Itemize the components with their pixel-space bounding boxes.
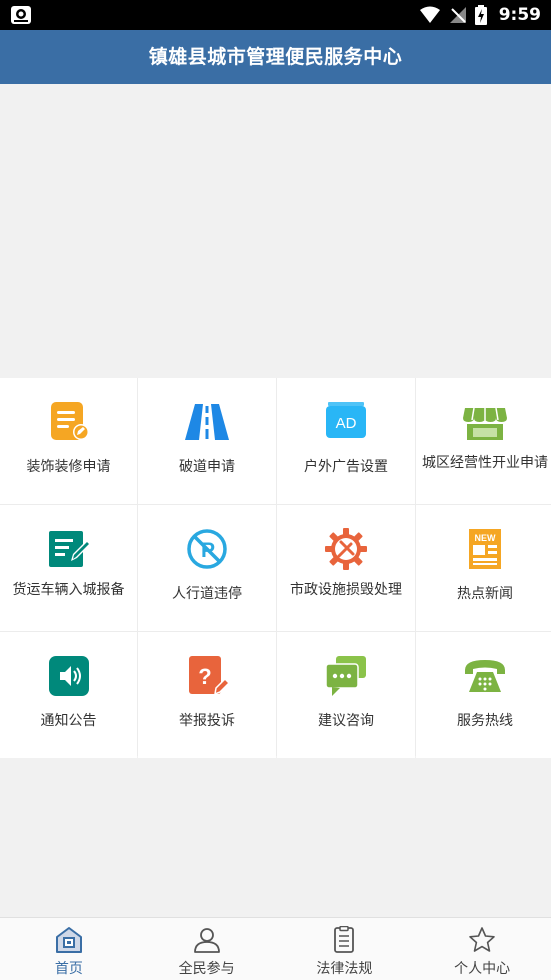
chat-bubbles-icon: [325, 656, 366, 696]
tab-home[interactable]: 首页: [0, 918, 138, 980]
no-parking-icon: P: [187, 529, 227, 569]
service-label: 货运车辆入城报备: [12, 582, 125, 598]
tab-personal-center[interactable]: 个人中心: [413, 918, 551, 980]
bottom-tab-bar: 首页 全民参与 法律法规 个人中心: [0, 917, 551, 980]
service-suggestion-consultation[interactable]: 建议咨询: [277, 632, 415, 758]
complaint-icon: ?: [189, 656, 229, 696]
road-icon: [185, 404, 229, 440]
status-bar: 9:59: [0, 0, 551, 30]
service-municipal-facility-repair[interactable]: 市政设施损毁处理: [277, 505, 415, 631]
service-road-breaking-application[interactable]: 破道申请: [138, 378, 276, 504]
no-signal-icon: [449, 7, 466, 23]
star-icon: [469, 927, 495, 952]
app-notification-icon: [11, 6, 31, 24]
battery-charging-icon: [474, 5, 487, 25]
service-grid: 装饰装修申请 破道申请 AD 户外广告设置 城区经营性开业申请 货运车辆入城报备…: [0, 378, 551, 758]
service-label: 户外广告设置: [304, 459, 388, 475]
ad-board-icon: AD: [326, 402, 366, 438]
svg-text:AD: AD: [336, 415, 357, 432]
tab-label: 个人中心: [454, 961, 511, 977]
tab-label: 法律法规: [316, 961, 373, 977]
edit-note-icon: [48, 531, 91, 567]
service-hot-news[interactable]: NEW 热点新闻: [416, 505, 551, 631]
service-report-complaint[interactable]: ? 举报投诉: [138, 632, 276, 758]
service-notices[interactable]: 通知公告: [0, 632, 137, 758]
tab-label: 全民参与: [178, 961, 235, 977]
storefront-icon: [463, 407, 507, 440]
svg-text:NEW: NEW: [475, 533, 497, 543]
service-label: 破道申请: [179, 459, 235, 475]
repair-gear-icon: [325, 528, 367, 570]
service-sidewalk-illegal-parking[interactable]: P 人行道违停: [138, 505, 276, 631]
service-business-opening-application[interactable]: 城区经营性开业申请: [416, 378, 551, 504]
service-label: 服务热线: [457, 713, 513, 729]
service-freight-vehicle-registration[interactable]: 货运车辆入城报备: [0, 505, 137, 631]
speaker-icon: [48, 656, 89, 696]
service-renovation-application[interactable]: 装饰装修申请: [0, 378, 137, 504]
wifi-icon: [419, 6, 440, 23]
service-label: 装饰装修申请: [26, 459, 111, 475]
service-label: 城区经营性开业申请: [422, 455, 548, 471]
service-label: 人行道违停: [172, 586, 242, 602]
service-label: 市政设施损毁处理: [290, 582, 402, 598]
renovation-document-icon: [50, 402, 89, 440]
service-label: 举报投诉: [179, 713, 235, 729]
status-time: 9:59: [498, 5, 541, 25]
service-label: 通知公告: [40, 713, 97, 729]
document-icon: [334, 926, 355, 953]
tab-laws-regulations[interactable]: 法律法规: [276, 918, 414, 980]
service-label: 建议咨询: [318, 713, 374, 729]
page-title: 镇雄县城市管理便民服务中心: [0, 30, 551, 84]
tab-label: 首页: [54, 961, 83, 977]
service-hotline[interactable]: 服务热线: [416, 632, 551, 758]
svg-text:?: ?: [198, 664, 211, 689]
service-label: 热点新闻: [457, 586, 513, 602]
home-icon: [55, 927, 82, 953]
service-outdoor-advertising[interactable]: AD 户外广告设置: [277, 378, 415, 504]
news-icon: NEW: [469, 529, 501, 569]
person-icon: [193, 928, 220, 953]
tab-public-participation[interactable]: 全民参与: [138, 918, 276, 980]
telephone-icon: [465, 660, 505, 692]
banner-carousel[interactable]: [0, 84, 551, 378]
